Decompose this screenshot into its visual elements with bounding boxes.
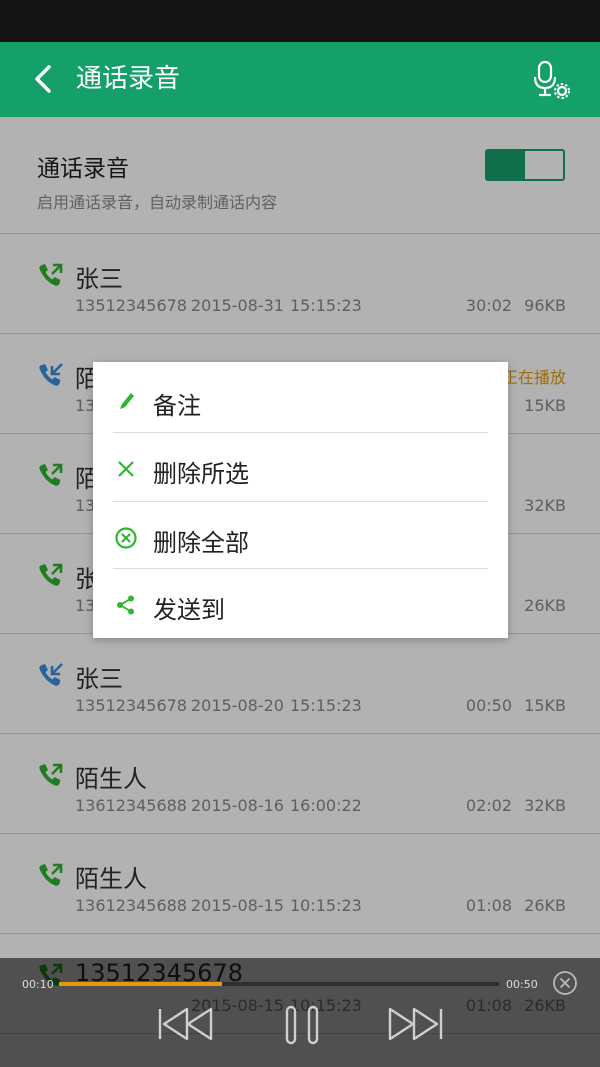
menu-item-label: 发送到 — [153, 596, 225, 624]
menu-item-label: 删除全部 — [153, 529, 249, 557]
close-icon[interactable] — [552, 970, 578, 996]
status-bar — [0, 0, 600, 42]
audio-player: 00:10 00:50 — [0, 958, 600, 1067]
menu-divider — [113, 432, 488, 433]
menu-divider — [113, 501, 488, 502]
menu-item[interactable]: 删除所选 — [113, 434, 488, 502]
menu-item[interactable]: 发送到 — [113, 570, 488, 638]
pause-icon[interactable] — [283, 1004, 321, 1046]
context-menu: 备注删除所选删除全部发送到 — [93, 362, 508, 638]
player-seekbar[interactable] — [59, 982, 499, 986]
mic-settings-icon[interactable] — [532, 60, 570, 100]
pencil-icon — [120, 393, 134, 409]
circle-close-icon — [115, 527, 137, 549]
app-bar: 通话录音 — [0, 42, 600, 117]
close-icon — [118, 461, 134, 477]
fast-forward-icon[interactable] — [386, 1006, 444, 1042]
player-total: 00:50 — [506, 978, 538, 991]
menu-item[interactable]: 备注 — [113, 366, 488, 434]
player-elapsed: 00:10 — [22, 978, 54, 991]
menu-divider — [113, 568, 488, 569]
share-icon — [117, 595, 134, 615]
page-title: 通话录音 — [76, 64, 181, 94]
menu-item-label: 备注 — [153, 392, 201, 420]
menu-item[interactable]: 删除全部 — [113, 503, 488, 571]
player-progress — [59, 982, 222, 986]
menu-item-label: 删除所选 — [153, 460, 249, 488]
rewind-icon[interactable] — [157, 1006, 215, 1042]
chevron-left-icon[interactable] — [28, 62, 62, 96]
